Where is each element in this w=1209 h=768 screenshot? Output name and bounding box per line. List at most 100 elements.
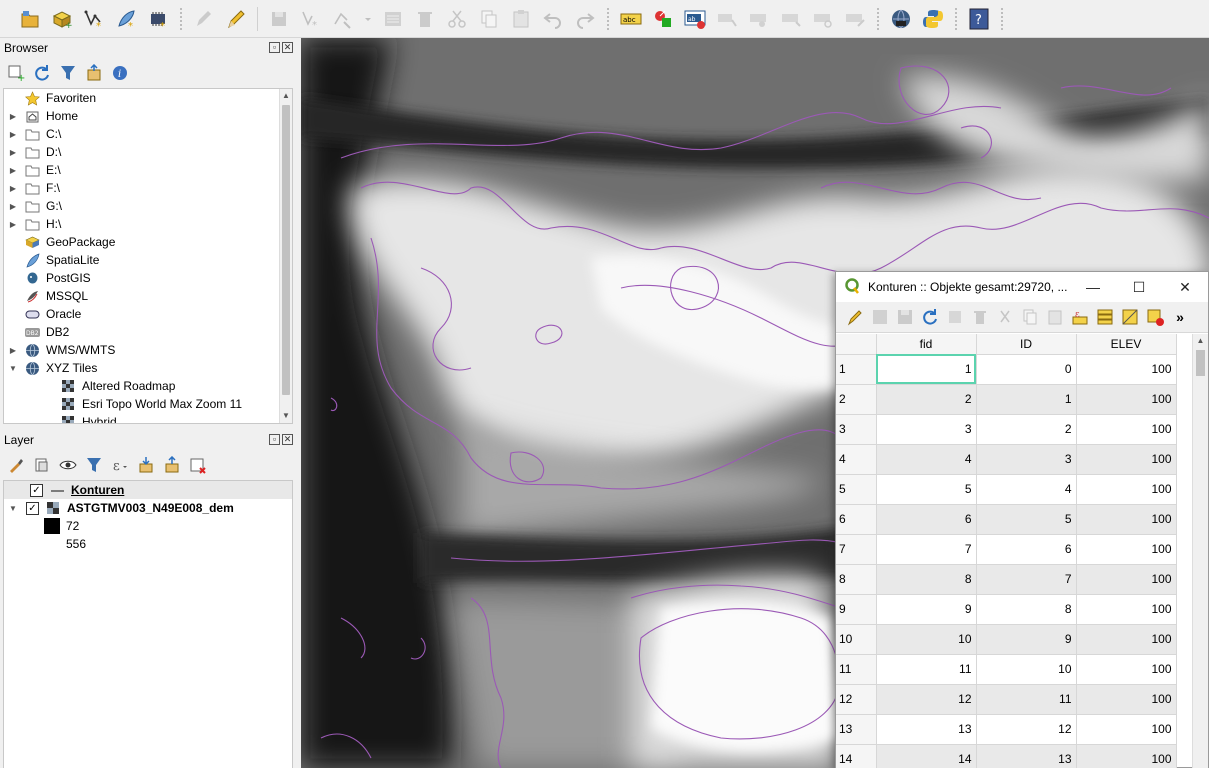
save-layer-edits-icon[interactable] xyxy=(267,7,291,31)
cell-id[interactable]: 9 xyxy=(976,624,1077,655)
cell-id[interactable]: 13 xyxy=(976,744,1077,768)
paste-features-icon[interactable] xyxy=(509,7,533,31)
add-feature-icon[interactable]: * xyxy=(299,7,323,31)
browser-item[interactable]: ▶ C:\ xyxy=(4,125,278,143)
refresh-icon[interactable] xyxy=(32,63,52,83)
open-data-source-manager-icon[interactable] xyxy=(18,7,42,31)
row-header[interactable]: 3 xyxy=(836,414,877,445)
cell-id[interactable]: 3 xyxy=(976,444,1077,475)
filter-icon[interactable] xyxy=(58,63,78,83)
row-header[interactable]: 5 xyxy=(836,474,877,505)
cell-id[interactable]: 1 xyxy=(976,384,1077,415)
row-header[interactable]: 13 xyxy=(836,714,877,745)
add-group-icon[interactable] xyxy=(32,455,52,475)
browser-item[interactable]: ▼ XYZ Tiles xyxy=(4,359,278,377)
expand-arrow-icon[interactable]: ▶ xyxy=(8,183,18,193)
layer-name-konturen[interactable]: Konturen xyxy=(71,483,124,497)
cut-icon[interactable] xyxy=(994,306,1016,328)
cell-fid[interactable]: 9 xyxy=(876,594,977,625)
cell-elev[interactable]: 100 xyxy=(1076,534,1177,565)
add-selected-layers-icon[interactable]: + xyxy=(6,63,26,83)
table-row[interactable]: 3 3 2 100 xyxy=(836,414,1177,445)
expand-arrow-icon[interactable]: ▶ xyxy=(8,129,18,139)
undo-icon[interactable] xyxy=(541,7,565,31)
attribute-table-titlebar[interactable]: Konturen :: Objekte gesamt:29720, ... — … xyxy=(836,272,1208,302)
toolbar-grip[interactable] xyxy=(877,7,879,30)
browser-item[interactable]: SpatiaLite xyxy=(4,251,278,269)
cell-fid[interactable]: 14 xyxy=(876,744,977,768)
browser-scrollbar[interactable]: ▲ ▼ xyxy=(279,89,292,423)
collapse-arrow-icon[interactable]: ▼ xyxy=(8,503,18,513)
change-label-icon[interactable] xyxy=(843,7,867,31)
row-header[interactable]: 8 xyxy=(836,564,877,595)
float-panel-icon[interactable]: ▫ xyxy=(269,42,280,53)
cell-elev[interactable]: 100 xyxy=(1076,654,1177,685)
layer-labeling-options-icon[interactable]: abc xyxy=(619,7,643,31)
table-row[interactable]: 9 9 8 100 xyxy=(836,594,1177,625)
cell-elev[interactable]: 100 xyxy=(1076,624,1177,655)
maximize-button[interactable]: ☐ xyxy=(1116,272,1162,302)
layer-row-konturen[interactable]: ✓ Konturen xyxy=(4,481,292,499)
table-row[interactable]: 1 1 0 100 xyxy=(836,354,1177,385)
browser-item[interactable]: Favoriten xyxy=(4,89,278,107)
toggle-editing-icon[interactable] xyxy=(224,7,248,31)
expand-arrow-icon[interactable]: ▶ xyxy=(8,111,18,121)
browser-item[interactable]: ▶ G:\ xyxy=(4,197,278,215)
deselect-all-icon[interactable] xyxy=(1144,306,1166,328)
pin-labels-icon[interactable] xyxy=(715,7,739,31)
cell-id[interactable]: 5 xyxy=(976,504,1077,535)
browser-item[interactable]: MSSQL xyxy=(4,287,278,305)
cell-id[interactable]: 7 xyxy=(976,564,1077,595)
cut-features-icon[interactable] xyxy=(445,7,469,31)
more-tools-icon[interactable]: » xyxy=(1169,306,1191,328)
table-row[interactable]: 2 2 1 100 xyxy=(836,384,1177,415)
table-row[interactable]: 13 13 12 100 xyxy=(836,714,1177,745)
layer-visibility-checkbox[interactable]: ✓ xyxy=(30,483,43,497)
new-spatialite-layer-icon[interactable]: * xyxy=(114,7,138,31)
browser-item[interactable]: ▶ E:\ xyxy=(4,161,278,179)
table-row[interactable]: 12 12 11 100 xyxy=(836,684,1177,715)
collapse-all-layers-icon[interactable] xyxy=(162,455,182,475)
cell-id[interactable]: 6 xyxy=(976,534,1077,565)
close-button[interactable]: ✕ xyxy=(1162,272,1208,302)
cell-id[interactable]: 0 xyxy=(976,354,1077,385)
redo-icon[interactable] xyxy=(573,7,597,31)
cell-fid[interactable]: 1 xyxy=(876,354,977,385)
toggle-editing-icon[interactable] xyxy=(844,306,866,328)
paste-icon[interactable] xyxy=(1044,306,1066,328)
close-panel-icon[interactable]: ✕ xyxy=(282,434,293,445)
browser-item[interactable]: ▶ H:\ xyxy=(4,215,278,233)
cell-elev[interactable]: 100 xyxy=(1076,384,1177,415)
layer-visibility-checkbox[interactable]: ✓ xyxy=(26,501,39,515)
layer-row-dem[interactable]: ▼ ✓ ASTGTMV003_N49E008_dem xyxy=(4,499,292,517)
modify-attributes-icon[interactable] xyxy=(381,7,405,31)
toolbar-grip[interactable] xyxy=(955,7,957,30)
table-row[interactable]: 7 7 6 100 xyxy=(836,534,1177,565)
new-temporary-layer-icon[interactable]: * xyxy=(146,7,170,31)
table-row[interactable]: 6 6 5 100 xyxy=(836,504,1177,535)
expand-arrow-icon[interactable]: ▶ xyxy=(8,165,18,175)
cell-fid[interactable]: 7 xyxy=(876,534,977,565)
expand-arrow-icon[interactable]: ▶ xyxy=(8,345,18,355)
select-all-icon[interactable] xyxy=(1094,306,1116,328)
cell-fid[interactable]: 10 xyxy=(876,624,977,655)
row-header[interactable]: 9 xyxy=(836,594,877,625)
browser-item[interactable]: GeoPackage xyxy=(4,233,278,251)
cell-id[interactable]: 11 xyxy=(976,684,1077,715)
column-header-fid[interactable]: fid xyxy=(876,334,977,355)
remove-layer-icon[interactable] xyxy=(188,455,208,475)
column-header-elev[interactable]: ELEV xyxy=(1076,334,1177,355)
collapse-arrow-icon[interactable]: ▼ xyxy=(8,363,18,373)
style-manager-icon[interactable] xyxy=(6,455,26,475)
browser-item[interactable]: ▶ Home xyxy=(4,107,278,125)
show-hide-labels-icon[interactable] xyxy=(747,7,771,31)
browser-item[interactable]: Hybrid xyxy=(4,413,278,423)
row-header[interactable]: 4 xyxy=(836,444,877,475)
expand-arrow-icon[interactable]: ▶ xyxy=(8,219,18,229)
cell-fid[interactable]: 8 xyxy=(876,564,977,595)
cell-id[interactable]: 12 xyxy=(976,714,1077,745)
row-header[interactable]: 11 xyxy=(836,654,877,685)
browser-item[interactable]: ▶ F:\ xyxy=(4,179,278,197)
table-row[interactable]: 10 10 9 100 xyxy=(836,624,1177,655)
cell-id[interactable]: 10 xyxy=(976,654,1077,685)
